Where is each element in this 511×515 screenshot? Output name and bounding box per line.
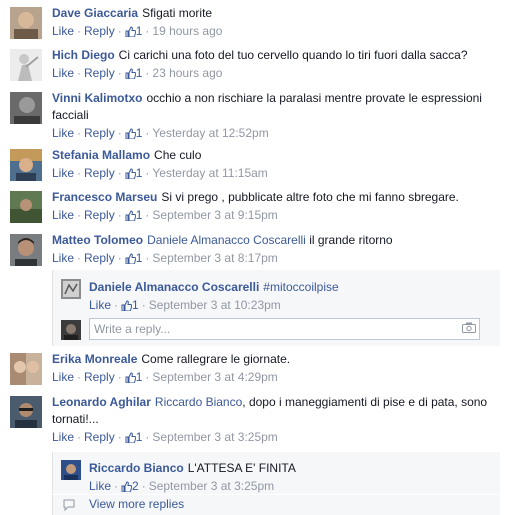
hashtag[interactable]: #mitoccoilpise xyxy=(263,280,338,294)
like-link[interactable]: Like xyxy=(52,208,74,222)
current-user-avatar xyxy=(61,320,81,340)
reply-link[interactable]: Reply xyxy=(84,208,115,222)
timestamp[interactable]: September 3 at 10:23pm xyxy=(149,298,281,312)
avatar[interactable] xyxy=(10,191,42,223)
comment-author[interactable]: Dave Giaccaria xyxy=(52,6,138,20)
thumbs-up-icon xyxy=(125,210,136,221)
timestamp[interactable]: Yesterday at 12:52pm xyxy=(152,126,268,140)
timestamp[interactable]: September 3 at 3:25pm xyxy=(149,479,274,493)
timestamp[interactable]: September 3 at 9:15pm xyxy=(152,208,277,222)
avatar[interactable] xyxy=(10,353,42,385)
avatar[interactable] xyxy=(10,92,42,124)
comment-author[interactable]: Stefania Mallamo xyxy=(52,148,150,162)
reply-link[interactable]: Reply xyxy=(84,24,115,38)
tagged-user[interactable]: Daniele Almanacco Coscarelli xyxy=(147,233,306,247)
comment-author[interactable]: Hich Diego xyxy=(52,48,115,62)
avatar[interactable] xyxy=(10,234,42,266)
thumbs-up-icon xyxy=(121,481,133,492)
thumbs-up-icon xyxy=(125,26,136,37)
avatar[interactable] xyxy=(10,396,42,428)
thumbs-up-icon xyxy=(125,253,136,264)
thumbs-up-icon xyxy=(125,432,136,443)
write-reply-input[interactable] xyxy=(89,318,480,340)
tagged-user[interactable]: Riccardo Bianco xyxy=(155,395,242,409)
timestamp[interactable]: September 3 at 8:17pm xyxy=(152,251,277,265)
reply-link[interactable]: Reply xyxy=(84,251,115,265)
reply-link[interactable]: Reply xyxy=(84,126,115,140)
timestamp[interactable]: Yesterday at 11:15am xyxy=(152,166,267,180)
avatar[interactable] xyxy=(10,49,42,81)
reply-author[interactable]: Riccardo Bianco xyxy=(89,461,184,475)
like-link[interactable]: Like xyxy=(52,66,74,80)
avatar[interactable] xyxy=(10,149,42,181)
reply-author[interactable]: Daniele Almanacco Coscarelli xyxy=(89,280,259,294)
like-link[interactable]: Like xyxy=(89,479,111,493)
comment-author[interactable]: Vinni Kalimotxo xyxy=(52,91,142,105)
comment-text: Si vi prego , pubblicate altre foto che … xyxy=(161,190,459,204)
avatar[interactable] xyxy=(61,279,81,299)
reply-thread: Daniele Almanacco Coscarelli #mitoccoilpi… xyxy=(52,270,500,346)
like-link[interactable]: Like xyxy=(52,126,74,140)
like-count[interactable]: 1 xyxy=(125,24,142,38)
timestamp[interactable]: 23 hours ago xyxy=(152,66,222,80)
like-count[interactable]: 1 xyxy=(125,370,142,384)
avatar[interactable] xyxy=(61,460,81,480)
reply-thread: Riccardo Bianco L'ATTESA E' FINITA Like · 2… xyxy=(52,452,500,494)
like-count[interactable]: 1 xyxy=(125,208,142,222)
like-count[interactable]: 1 xyxy=(125,66,142,80)
comment-author[interactable]: Francesco Marseu xyxy=(52,190,157,204)
like-count[interactable]: 1 xyxy=(121,298,139,312)
comment-author[interactable]: Matteo Tolomeo xyxy=(52,233,143,247)
comment-author[interactable]: Erika Monreale xyxy=(52,352,137,366)
avatar[interactable] xyxy=(10,7,42,39)
reply-text: L'ATTESA E' FINITA xyxy=(187,461,296,475)
camera-icon[interactable] xyxy=(462,322,476,333)
like-link[interactable]: Like xyxy=(52,24,74,38)
view-more-replies-label: View more replies xyxy=(89,497,185,511)
like-count[interactable]: 1 xyxy=(125,166,142,180)
reply-link[interactable]: Reply xyxy=(84,66,115,80)
reply-link[interactable]: Reply xyxy=(84,430,115,444)
comment-author[interactable]: Leonardo Aghilar xyxy=(52,395,151,409)
like-link[interactable]: Like xyxy=(52,166,74,180)
like-link[interactable]: Like xyxy=(52,370,74,384)
comment-text: Sfigati morite xyxy=(142,6,213,20)
timestamp[interactable]: September 3 at 3:25pm xyxy=(152,430,277,444)
reply-arrow-icon xyxy=(63,499,75,511)
thumbs-up-icon xyxy=(125,372,136,383)
like-link[interactable]: Like xyxy=(89,298,111,312)
write-reply-row xyxy=(53,315,500,345)
comment-text: Ci carichi una foto del tuo cervello qua… xyxy=(118,48,468,62)
like-count[interactable]: 1 xyxy=(125,251,142,265)
thumbs-up-icon xyxy=(121,300,133,311)
timestamp[interactable]: September 3 at 4:29pm xyxy=(152,370,277,384)
comment-text: Come rallegrare le giornate. xyxy=(141,352,291,366)
comment-text: Che culo xyxy=(154,148,202,162)
reply-link[interactable]: Reply xyxy=(84,166,115,180)
like-count[interactable]: 2 xyxy=(121,479,139,493)
comment-text: il grande ritorno xyxy=(309,233,393,247)
like-count[interactable]: 1 xyxy=(125,126,142,140)
like-link[interactable]: Like xyxy=(52,251,74,265)
thumbs-up-icon xyxy=(125,168,136,179)
like-count[interactable]: 1 xyxy=(125,430,142,444)
thumbs-up-icon xyxy=(125,128,136,139)
thumbs-up-icon xyxy=(125,68,136,79)
timestamp[interactable]: 19 hours ago xyxy=(152,24,222,38)
reply-link[interactable]: Reply xyxy=(84,370,115,384)
comment-list: Dave Giaccaria Sfigati morite Like · Reply ·… xyxy=(0,0,511,515)
view-more-replies-link[interactable]: View more replies xyxy=(52,495,500,515)
like-link[interactable]: Like xyxy=(52,430,74,444)
